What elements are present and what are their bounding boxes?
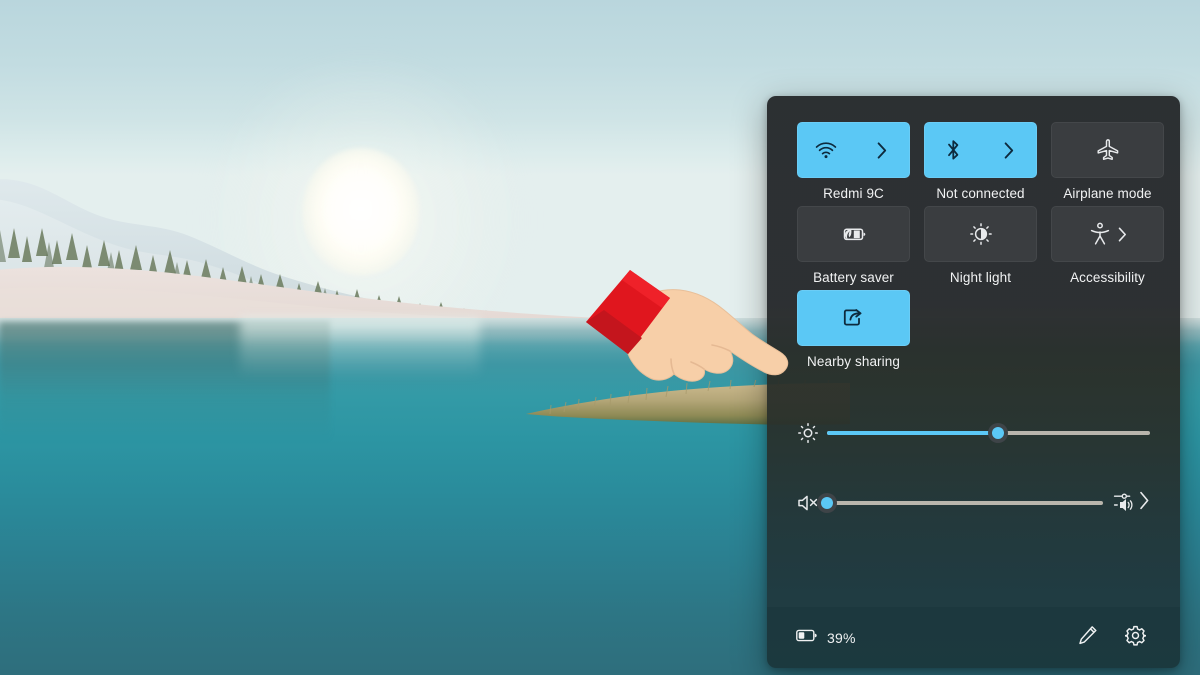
tile-label-wifi: Redmi 9C [823,186,884,201]
brightness-slider[interactable] [827,418,1150,448]
battery-status[interactable]: 39% [796,629,856,647]
quick-settings-panel: Redmi 9C Not connected Airplane mode Bat… [767,96,1180,668]
tile-cell-night-light: Night light [924,206,1037,286]
tile-cell-airplane-mode: Airplane mode [1051,122,1164,202]
volume-slider[interactable] [817,488,1103,518]
tile-nearby-sharing[interactable] [797,290,910,346]
quick-settings-footer: 39% [767,607,1180,668]
chevron-right-icon[interactable] [981,141,1036,159]
pencil-icon[interactable] [1078,625,1098,650]
volume-slider-row [797,486,1150,520]
brightness-sun-icon [797,422,827,444]
tile-label-accessibility: Accessibility [1070,270,1145,285]
tile-cell-battery-saver: Battery saver [797,206,910,286]
tile-cell-nearby-sharing: Nearby sharing [797,290,910,370]
accessibility-person-icon[interactable] [1089,222,1111,246]
quick-settings-body: Redmi 9C Not connected Airplane mode Bat… [767,96,1180,607]
tile-night-light[interactable] [924,206,1037,262]
battery-icon [796,629,818,647]
settings-button[interactable] [1118,621,1152,655]
tile-airplane-mode[interactable] [1051,122,1164,178]
wallpaper-sun-glint [240,318,480,378]
airplane-icon[interactable] [1096,139,1120,161]
chevron-right-icon[interactable] [1118,227,1127,242]
tile-cell-wifi: Redmi 9C [797,122,910,202]
tile-cell-accessibility: Accessibility [1051,206,1164,286]
tile-bluetooth[interactable] [924,122,1037,178]
brightness-slider-track[interactable] [827,423,1150,443]
brightness-slider-row [797,416,1150,450]
chevron-right-icon[interactable] [1139,491,1150,515]
battery-leaf-icon[interactable] [840,225,868,243]
brightness-slider-fill [827,431,999,435]
tile-label-airplane-mode: Airplane mode [1063,186,1152,201]
gear-icon[interactable] [1123,625,1147,651]
audio-output-selector-icon[interactable] [1113,490,1137,517]
volume-slider-track[interactable] [817,493,1103,513]
wifi-icon[interactable] [798,141,854,159]
tile-label-night-light: Night light [949,270,1012,285]
tile-accessibility[interactable] [1051,206,1164,262]
tile-label-bluetooth: Not connected [936,186,1025,201]
tile-wifi[interactable] [797,122,910,178]
tile-cell-bluetooth: Not connected [924,122,1037,202]
edit-button[interactable] [1071,621,1105,655]
quick-settings-tile-grid: Redmi 9C Not connected Airplane mode Bat… [797,122,1164,370]
brightness-slider-thumb[interactable] [988,423,1009,443]
bluetooth-icon[interactable] [925,139,981,161]
chevron-right-icon[interactable] [854,141,909,159]
tile-battery-saver[interactable] [797,206,910,262]
screen: Redmi 9C Not connected Airplane mode Bat… [0,0,1200,675]
tile-label-nearby-sharing: Nearby sharing [807,354,900,369]
battery-percent-label: 39% [827,629,856,646]
audio-output-selector[interactable] [1113,490,1150,517]
share-icon[interactable] [842,307,866,329]
night-light-icon[interactable] [969,222,993,246]
volume-slider-thumb[interactable] [817,493,837,513]
tile-label-battery-saver: Battery saver [813,270,894,285]
